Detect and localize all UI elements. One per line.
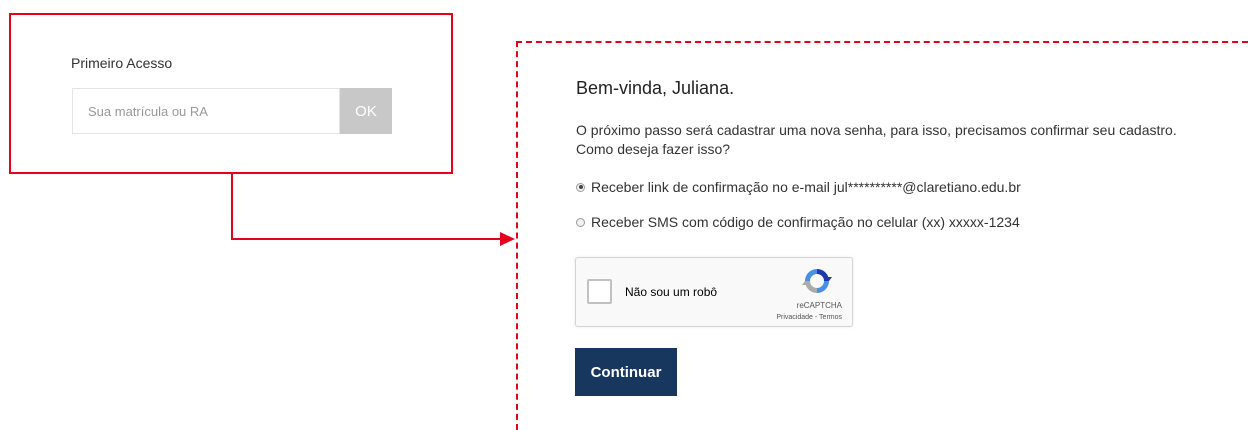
recaptcha-logo-icon — [802, 269, 832, 293]
arrow-right-icon — [500, 232, 515, 246]
first-access-title: Primeiro Acesso — [71, 55, 173, 71]
sms-radio-button[interactable] — [576, 217, 585, 227]
recaptcha-widget: Não sou um robô reCAPTCHA Privacidade - … — [575, 257, 853, 327]
recaptcha-terms-link[interactable]: Termos — [819, 314, 842, 321]
email-confirmation-option[interactable]: Receber link de confirmação no e-mail ju… — [576, 178, 1021, 196]
recaptcha-label: Não sou um robô — [625, 285, 718, 299]
continue-button[interactable]: Continuar — [575, 348, 677, 396]
email-radio-button[interactable] — [576, 182, 585, 192]
sms-confirmation-option[interactable]: Receber SMS com código de confirmação no… — [576, 213, 1020, 231]
first-access-panel: Primeiro Acesso OK — [9, 13, 453, 174]
sms-option-label: Receber SMS com código de confirmação no… — [591, 214, 1020, 230]
highlight-border-top — [516, 41, 1248, 43]
highlight-border-left — [516, 41, 518, 430]
email-option-label: Receber link de confirmação no e-mail ju… — [591, 179, 1021, 195]
ra-input[interactable] — [72, 88, 340, 134]
ok-button[interactable]: OK — [340, 88, 392, 134]
recaptcha-privacy-link[interactable]: Privacidade — [776, 314, 813, 321]
connector-line-vertical — [231, 174, 233, 240]
intro-text: O próximo passo será cadastrar uma nova … — [576, 122, 1177, 157]
welcome-title: Bem-vinda, Juliana. — [576, 78, 735, 98]
connector-line-horizontal — [231, 238, 501, 240]
recaptcha-brand: reCAPTCHA — [796, 301, 842, 310]
recaptcha-links: Privacidade - Termos — [776, 314, 842, 321]
recaptcha-checkbox[interactable] — [587, 279, 612, 304]
